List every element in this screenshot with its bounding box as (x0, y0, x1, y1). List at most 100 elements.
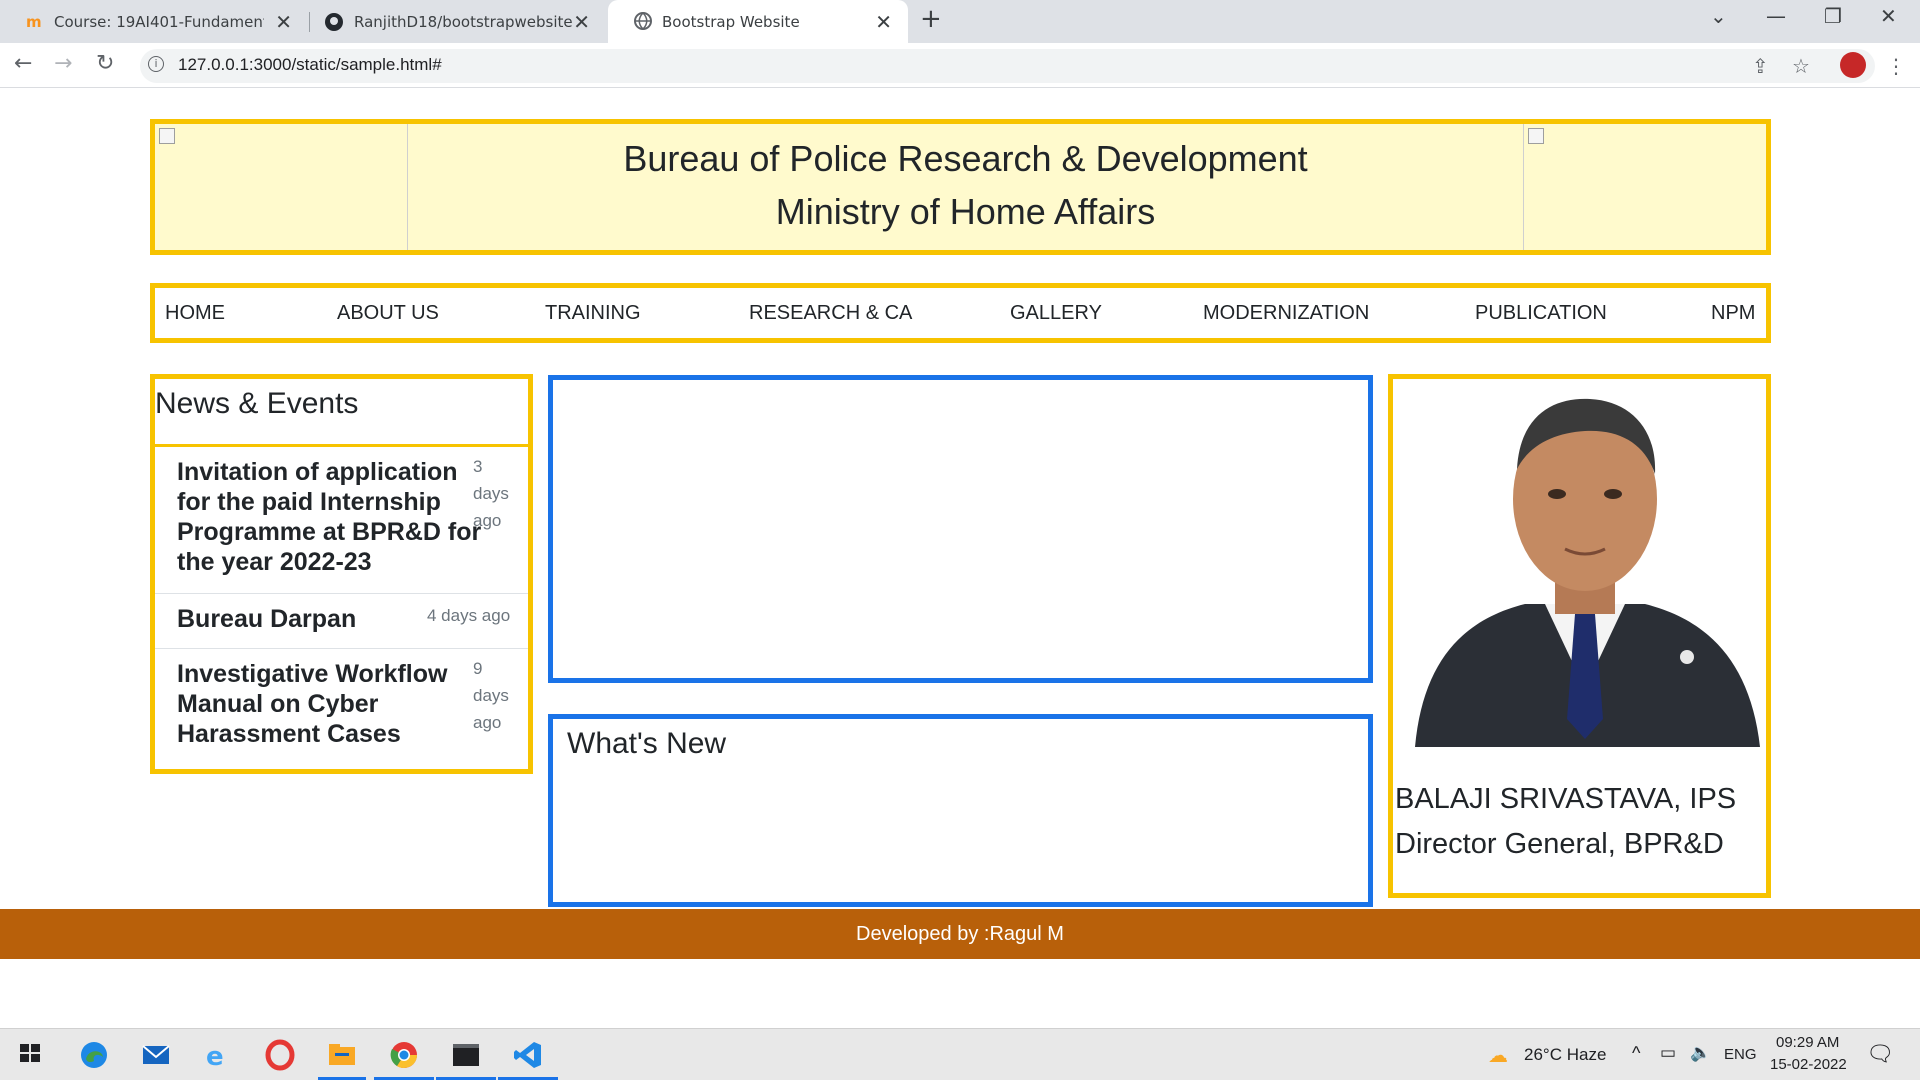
close-icon[interactable]: ✕ (275, 10, 292, 34)
nav-modernization[interactable]: MODERNIZATION (1203, 302, 1369, 325)
tab-title: Bootstrap Website (662, 12, 800, 31)
director-portrait (1405, 389, 1764, 747)
news-title-line: Invitation of application (177, 458, 458, 486)
bookmark-star-icon[interactable]: ☆ (1792, 54, 1810, 78)
notification-center-icon[interactable]: 🗨 (1866, 1041, 1894, 1067)
restore-icon[interactable]: ❐ (1824, 4, 1842, 28)
tray-chevron-up-icon[interactable]: ^ (1632, 1043, 1640, 1064)
nav-publication[interactable]: PUBLICATION (1475, 302, 1607, 325)
news-item[interactable]: Bureau Darpan 4 days ago (155, 594, 528, 649)
news-date-line: 4 days ago (427, 606, 511, 625)
news-item[interactable]: Investigative Workflow Manual on Cyber H… (155, 649, 528, 769)
director-info: BALAJI SRIVASTAVA, IPS Director General,… (1395, 777, 1736, 867)
carousel-panel (548, 375, 1373, 683)
browser-tab-course[interactable]: m Course: 19AI401-Fundamental of ✕ (0, 0, 308, 43)
nav-home[interactable]: HOME (165, 302, 225, 325)
windows-taskbar: e ☁ 26°C Haze ^ ▭ 🔈 ENG 09:29 AM 15-02-2… (0, 1028, 1920, 1080)
broken-image-icon (159, 128, 175, 144)
director-name: BALAJI SRIVASTAVA, IPS (1395, 783, 1737, 815)
share-icon[interactable]: ⇪ (1752, 54, 1769, 78)
nav-about-us[interactable]: ABOUT US (337, 302, 439, 325)
new-tab-plus-icon[interactable]: + (920, 4, 942, 34)
news-date-line: days (473, 484, 509, 503)
news-date-line: days (473, 686, 509, 705)
terminal-icon[interactable] (450, 1039, 482, 1071)
news-item-date: 4 days ago (427, 602, 510, 629)
browser-tab-active[interactable]: Bootstrap Website ✕ (608, 0, 908, 43)
windows-start-icon[interactable] (16, 1039, 48, 1071)
web-page: Bureau of Police Research & Development … (0, 89, 1920, 1028)
news-date-line: ago (473, 713, 502, 732)
nav-npm[interactable]: NPM (1711, 302, 1755, 325)
weather-icon[interactable]: ☁ (1488, 1043, 1508, 1068)
news-item-date: 9 days ago (473, 655, 509, 736)
close-icon[interactable]: ✕ (875, 10, 892, 34)
svg-text:e: e (206, 1042, 224, 1071)
internet-explorer-icon[interactable]: e (202, 1039, 234, 1072)
director-designation: Director General, BPR&D (1395, 828, 1724, 860)
tab-title: RanjithD18/bootstrapwebsite (354, 12, 573, 31)
vscode-icon[interactable] (512, 1039, 544, 1071)
clock-time[interactable]: 09:29 AM (1776, 1034, 1839, 1051)
clock-date[interactable]: 15-02-2022 (1770, 1056, 1847, 1073)
news-item-title[interactable]: Investigative Workflow Manual on Cyber H… (177, 659, 447, 749)
site-info-icon[interactable]: i (148, 56, 164, 72)
tab-title: Course: 19AI401-Fundamental of (54, 12, 264, 31)
back-arrow-icon[interactable]: ← (14, 51, 32, 76)
header-title: Bureau of Police Research & Development … (408, 132, 1523, 238)
news-item-title[interactable]: Bureau Darpan (177, 604, 356, 634)
nav-gallery[interactable]: GALLERY (1010, 302, 1102, 325)
news-item-title[interactable]: Invitation of application for the paid I… (177, 457, 481, 577)
opera-icon[interactable] (264, 1039, 296, 1071)
news-title-line: Investigative Workflow (177, 660, 448, 688)
profile-avatar[interactable] (1840, 52, 1866, 78)
whats-new-title: What's New (567, 727, 727, 760)
language-indicator[interactable]: ENG (1724, 1046, 1757, 1063)
battery-icon[interactable]: ▭ (1660, 1043, 1676, 1063)
browser-tab-github[interactable]: RanjithD18/bootstrapwebsite ✕ (310, 0, 606, 43)
reload-icon[interactable]: ↻ (96, 51, 114, 76)
news-date-line: 9 (473, 659, 483, 678)
browser-tab-bar: m Course: 19AI401-Fundamental of ✕ Ranji… (0, 0, 1920, 43)
header-left-logo (155, 124, 408, 250)
site-header: Bureau of Police Research & Development … (150, 119, 1771, 255)
chrome-icon[interactable] (388, 1039, 420, 1071)
site-footer: Developed by :Ragul M (0, 909, 1920, 959)
minimize-icon[interactable]: — (1766, 4, 1786, 28)
whats-new-panel: What's New (548, 714, 1373, 907)
news-title-line: Harassment Cases (177, 720, 401, 748)
svg-text:m: m (26, 13, 42, 30)
news-events-header: News & Events (150, 374, 533, 448)
header-title-line2: Ministry of Home Affairs (775, 191, 1156, 232)
header-title-line1: Bureau of Police Research & Development (623, 138, 1308, 179)
volume-muted-icon[interactable]: 🔈 (1690, 1043, 1711, 1063)
tab-search-chevron-icon[interactable]: ⌄ (1710, 4, 1727, 28)
main-nav: HOME ABOUT US TRAINING RESEARCH & CA GAL… (150, 283, 1771, 343)
mail-icon[interactable] (140, 1039, 172, 1071)
close-window-icon[interactable]: ✕ (1880, 4, 1897, 28)
news-title-line: Manual on Cyber (177, 690, 379, 718)
news-title-line: the year 2022-23 (177, 548, 372, 576)
news-date-line: ago (473, 511, 502, 530)
header-right-logo (1523, 124, 1766, 250)
news-events-title: News & Events (155, 387, 359, 420)
news-list: Invitation of application for the paid I… (150, 444, 533, 774)
director-profile-card: BALAJI SRIVASTAVA, IPS Director General,… (1388, 374, 1771, 898)
news-item-date: 3 days ago (473, 453, 509, 534)
news-title-line: Programme at BPR&D for (177, 518, 482, 546)
github-icon (324, 12, 343, 31)
edge-icon[interactable] (78, 1039, 110, 1071)
footer-text: Developed by :Ragul M (856, 923, 1064, 945)
kebab-menu-icon[interactable]: ⋮ (1886, 54, 1906, 78)
moodle-icon: m (26, 12, 44, 31)
broken-image-icon (1528, 128, 1544, 144)
news-item[interactable]: Invitation of application for the paid I… (155, 447, 528, 594)
close-icon[interactable]: ✕ (573, 10, 590, 34)
weather-text[interactable]: 26°C Haze (1524, 1045, 1606, 1065)
nav-research-ca[interactable]: RESEARCH & CA (749, 302, 912, 325)
file-explorer-icon[interactable] (326, 1039, 358, 1071)
url-text[interactable]: 127.0.0.1:3000/static/sample.html# (178, 55, 442, 75)
globe-icon (634, 12, 652, 31)
forward-arrow-icon[interactable]: → (54, 51, 72, 76)
nav-training[interactable]: TRAINING (545, 302, 641, 325)
